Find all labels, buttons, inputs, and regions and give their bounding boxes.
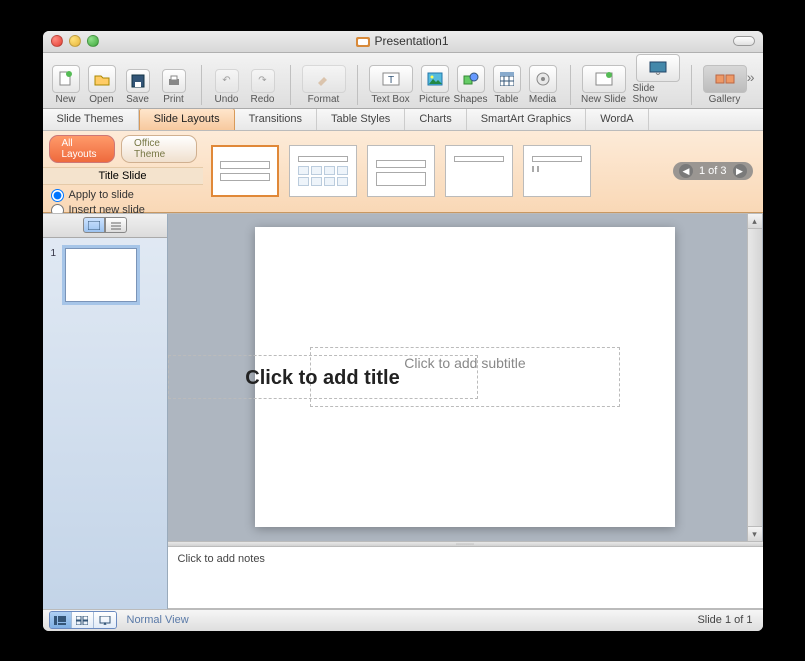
radio-apply-input[interactable]: [51, 189, 64, 202]
print-button[interactable]: Print: [157, 69, 191, 105]
scroll-up-icon[interactable]: ▴: [748, 214, 762, 229]
app-icon: [356, 37, 370, 47]
format-label: Format: [308, 94, 340, 105]
format-button[interactable]: Format: [299, 65, 349, 105]
ribbon-tabs: Slide Themes Slide Layouts Transitions T…: [43, 109, 763, 131]
thumbnails-view-icon[interactable]: [83, 217, 105, 233]
radio-apply-to-slide[interactable]: Apply to slide: [51, 189, 195, 202]
slide-panel: 1: [43, 214, 168, 609]
tab-wordart[interactable]: WordA: [586, 109, 648, 130]
gallery-button[interactable]: Gallery: [700, 65, 750, 105]
window-title: Presentation1: [43, 34, 763, 48]
tab-table-styles[interactable]: Table Styles: [317, 109, 405, 130]
tab-transitions[interactable]: Transitions: [235, 109, 317, 130]
slide-stage: Click to add title Click to add subtitle…: [168, 214, 763, 541]
view-name-label: Normal View: [127, 614, 189, 626]
notes-placeholder: Click to add notes: [178, 553, 265, 565]
outline-view-icon[interactable]: [105, 217, 127, 233]
tab-charts[interactable]: Charts: [405, 109, 466, 130]
layout-pager: ◀ 1 of 3 ▶: [673, 162, 753, 180]
undo-label: Undo: [215, 94, 239, 105]
tab-smartart[interactable]: SmartArt Graphics: [467, 109, 586, 130]
layout-thumb-section-header[interactable]: [367, 145, 435, 197]
layout-thumb-comparison[interactable]: [523, 145, 591, 197]
slideshow-label: Slide Show: [633, 83, 683, 105]
radio-apply-label: Apply to slide: [69, 189, 134, 201]
media-button[interactable]: Media: [526, 65, 560, 105]
redo-button[interactable]: ↷Redo: [246, 69, 280, 105]
new-button[interactable]: New: [49, 65, 83, 105]
gallery-label: Gallery: [709, 94, 741, 105]
slide-number-label: 1: [51, 248, 59, 302]
view-buttons: [49, 611, 117, 629]
save-label: Save: [126, 94, 149, 105]
textbox-label: Text Box: [371, 94, 409, 105]
chip-office-theme[interactable]: Office Theme: [121, 135, 196, 163]
layout-gallery: ◀ 1 of 3 ▶: [203, 131, 763, 212]
slide-thumbnail-1[interactable]: 1: [51, 248, 159, 302]
svg-text:T: T: [387, 75, 393, 86]
slideshow-view-icon[interactable]: [94, 612, 116, 628]
ribbon-panel: All Layouts Office Theme Title Slide App…: [43, 131, 763, 213]
toolbar-toggle-icon[interactable]: [733, 36, 755, 46]
newslide-label: New Slide: [581, 94, 626, 105]
vertical-scrollbar[interactable]: ▴ ▾: [747, 214, 762, 541]
sorter-view-icon[interactable]: [72, 612, 94, 628]
save-button[interactable]: Save: [121, 69, 155, 105]
layout-thumb-title-slide[interactable]: [211, 145, 279, 197]
app-window: Presentation1 New Open Save Print ↶Undo …: [43, 31, 763, 631]
slide-thumbnail-frame: [65, 248, 137, 302]
layout-options-panel: All Layouts Office Theme Title Slide App…: [43, 131, 203, 212]
tab-slide-themes[interactable]: Slide Themes: [43, 109, 139, 130]
workspace: 1 Click to add title Click to add subtit…: [43, 213, 763, 609]
print-label: Print: [163, 94, 184, 105]
picture-button[interactable]: Picture: [418, 65, 452, 105]
pane-view-switcher: [43, 214, 167, 238]
slideshow-button[interactable]: Slide Show: [633, 54, 683, 105]
layout-thumb-picture-grid[interactable]: [289, 145, 357, 197]
current-slide[interactable]: Click to add title Click to add subtitle: [255, 227, 675, 527]
title-placeholder[interactable]: Click to add title: [168, 355, 478, 399]
picture-label: Picture: [419, 94, 450, 105]
table-label: Table: [495, 94, 519, 105]
scroll-down-icon[interactable]: ▾: [748, 526, 762, 541]
tab-slide-layouts[interactable]: Slide Layouts: [139, 108, 235, 130]
main-toolbar: New Open Save Print ↶Undo ↷Redo Format T…: [43, 53, 763, 109]
pager-next-icon[interactable]: ▶: [733, 164, 747, 178]
status-bar: Normal View Slide 1 of 1: [43, 609, 763, 631]
table-button[interactable]: Table: [490, 65, 524, 105]
open-button[interactable]: Open: [85, 65, 119, 105]
shapes-label: Shapes: [454, 94, 488, 105]
normal-view-icon[interactable]: [50, 612, 72, 628]
textbox-button[interactable]: T Text Box: [366, 65, 416, 105]
redo-label: Redo: [251, 94, 275, 105]
window-title-text: Presentation1: [374, 34, 448, 48]
canvas-area: Click to add title Click to add subtitle…: [168, 214, 763, 609]
notes-pane[interactable]: Click to add notes: [168, 547, 763, 609]
layout-thumb-two-content-grid[interactable]: [445, 145, 513, 197]
chip-all-layouts[interactable]: All Layouts: [49, 135, 116, 163]
new-label: New: [55, 94, 75, 105]
layout-name-label: Title Slide: [43, 167, 203, 185]
pager-prev-icon[interactable]: ◀: [679, 164, 693, 178]
slide-count-label: Slide 1 of 1: [697, 614, 752, 626]
newslide-button[interactable]: New Slide: [579, 65, 629, 105]
pager-label: 1 of 3: [699, 165, 727, 177]
titlebar: Presentation1: [43, 31, 763, 53]
undo-button[interactable]: ↶Undo: [210, 69, 244, 105]
shapes-button[interactable]: Shapes: [454, 65, 488, 105]
media-label: Media: [529, 94, 556, 105]
open-label: Open: [89, 94, 113, 105]
overflow-icon[interactable]: »: [747, 69, 755, 85]
